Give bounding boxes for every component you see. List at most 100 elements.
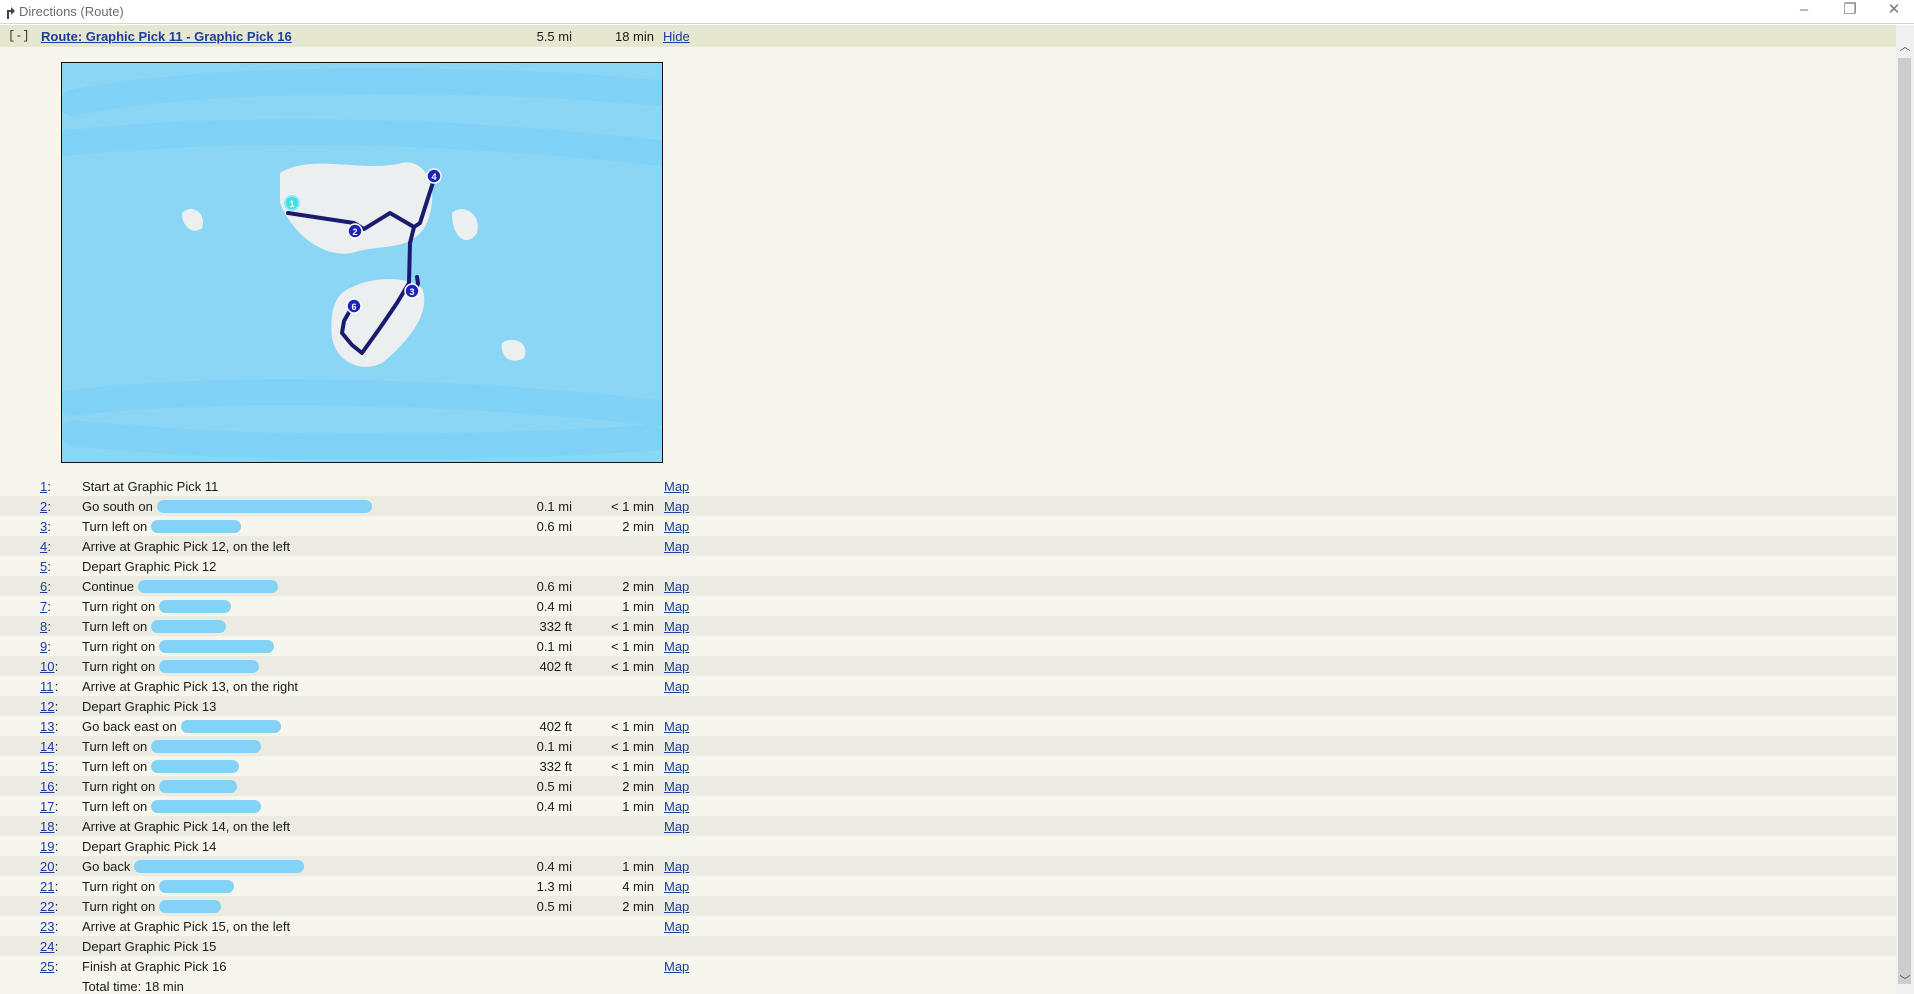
- step-distance: 1.3 mi: [536, 879, 572, 894]
- step-row: 9: Turn right on 0.1 mi < 1 min Map: [0, 636, 1896, 656]
- step-number-link[interactable]: 13: [40, 719, 54, 734]
- step-map-link[interactable]: Map: [664, 899, 689, 914]
- step-map-link[interactable]: Map: [664, 859, 689, 874]
- step-number-link[interactable]: 2: [40, 499, 47, 514]
- step-number-link[interactable]: 10: [40, 659, 54, 674]
- step-row: 17: Turn left on 0.4 mi 1 min Map: [0, 796, 1896, 816]
- step-map-link[interactable]: Map: [664, 499, 689, 514]
- step-map-link[interactable]: Map: [664, 879, 689, 894]
- step-number-colon: :: [54, 779, 59, 794]
- svg-text:6: 6: [351, 302, 356, 312]
- step-row: 8: Turn left on 332 ft < 1 min Map: [0, 616, 1896, 636]
- step-time: < 1 min: [611, 639, 654, 654]
- step-description: Turn right on: [82, 899, 156, 914]
- marker-3[interactable]: 3: [404, 283, 420, 299]
- step-map-link[interactable]: Map: [664, 519, 689, 534]
- step-description: Finish at Graphic Pick 16: [82, 959, 227, 974]
- step-number-link[interactable]: 25: [40, 959, 54, 974]
- step-description: Go back east on: [82, 719, 177, 734]
- marker-2[interactable]: 2: [347, 223, 363, 239]
- window-title: Directions (Route): [19, 4, 124, 19]
- step-map-link[interactable]: Map: [664, 639, 689, 654]
- step-number-link[interactable]: 4: [40, 539, 47, 554]
- step-map-link[interactable]: Map: [664, 619, 689, 634]
- directions-steps-list: 1: Start at Graphic Pick 11 Map 2: Go south …: [0, 476, 1896, 976]
- step-map-link[interactable]: Map: [664, 579, 689, 594]
- redacted-street-name: [151, 800, 262, 813]
- marker-6[interactable]: 6: [346, 298, 362, 314]
- scroll-up-arrow-icon[interactable]: ︿: [1896, 39, 1914, 56]
- step-map-link[interactable]: Map: [664, 479, 689, 494]
- step-number-colon: :: [47, 539, 52, 554]
- step-number-link[interactable]: 8: [40, 619, 47, 634]
- step-map-link[interactable]: Map: [664, 599, 689, 614]
- step-number-link[interactable]: 14: [40, 739, 54, 754]
- step-distance: 0.1 mi: [536, 639, 572, 654]
- step-description: Turn left on: [82, 519, 148, 534]
- step-number-link[interactable]: 12: [40, 699, 54, 714]
- step-number-link[interactable]: 7: [40, 599, 47, 614]
- close-button[interactable]: ✕: [1871, 0, 1914, 22]
- route-title-link[interactable]: Route: Graphic Pick 11 - Graphic Pick 16: [41, 29, 292, 44]
- redacted-street-name: [151, 620, 227, 633]
- step-map-link[interactable]: Map: [664, 819, 689, 834]
- step-time: < 1 min: [611, 759, 654, 774]
- step-number-link[interactable]: 21: [40, 879, 54, 894]
- step-number-link[interactable]: 6: [40, 579, 47, 594]
- step-distance: 0.6 mi: [536, 519, 572, 534]
- step-time: 2 min: [622, 899, 654, 914]
- step-map-link[interactable]: Map: [664, 799, 689, 814]
- step-number-link[interactable]: 19: [40, 839, 54, 854]
- step-row: 1: Start at Graphic Pick 11 Map: [0, 476, 1896, 496]
- step-map-link[interactable]: Map: [664, 659, 689, 674]
- step-number-link[interactable]: 15: [40, 759, 54, 774]
- marker-1[interactable]: 1: [284, 195, 300, 211]
- minimize-button[interactable]: –: [1781, 0, 1827, 22]
- scrollbar-thumb[interactable]: [1898, 58, 1911, 984]
- step-number-link[interactable]: 1: [40, 479, 47, 494]
- step-map-link[interactable]: Map: [664, 739, 689, 754]
- svg-text:3: 3: [409, 287, 414, 297]
- step-number-colon: :: [47, 619, 52, 634]
- route-map[interactable]: 1 2 3 4 6: [61, 62, 663, 463]
- step-number-link[interactable]: 17: [40, 799, 54, 814]
- step-number-link[interactable]: 23: [40, 919, 54, 934]
- vertical-scrollbar[interactable]: ︿ ﹀: [1896, 25, 1914, 994]
- step-map-link[interactable]: Map: [664, 919, 689, 934]
- step-time: < 1 min: [611, 719, 654, 734]
- step-number-link[interactable]: 9: [40, 639, 47, 654]
- step-row: 13: Go back east on 402 ft < 1 min Map: [0, 716, 1896, 736]
- step-row: 11: Arrive at Graphic Pick 13, on the rig…: [0, 676, 1896, 696]
- step-map-link[interactable]: Map: [664, 759, 689, 774]
- hide-link[interactable]: Hide: [663, 29, 690, 44]
- step-number-colon: :: [54, 819, 59, 834]
- step-number-link[interactable]: 11: [40, 679, 54, 694]
- route-header: [-] Route: Graphic Pick 11 - Graphic Pic…: [0, 25, 1896, 47]
- step-time: < 1 min: [611, 739, 654, 754]
- step-map-link[interactable]: Map: [664, 679, 689, 694]
- step-map-link[interactable]: Map: [664, 539, 689, 554]
- step-number-link[interactable]: 5: [40, 559, 47, 574]
- step-number-link[interactable]: 18: [40, 819, 54, 834]
- restore-button[interactable]: ❐: [1827, 0, 1873, 22]
- scroll-down-arrow-icon[interactable]: ﹀: [1896, 973, 1914, 990]
- step-time: 1 min: [622, 859, 654, 874]
- step-map-link[interactable]: Map: [664, 959, 689, 974]
- marker-4[interactable]: 4: [426, 168, 442, 184]
- step-distance: 0.1 mi: [536, 739, 572, 754]
- step-row: 15: Turn left on 332 ft < 1 min Map: [0, 756, 1896, 776]
- step-number-link[interactable]: 24: [40, 939, 54, 954]
- step-number-colon: :: [54, 959, 59, 974]
- step-number-colon: :: [54, 659, 59, 674]
- collapse-toggle[interactable]: [-]: [8, 29, 30, 43]
- step-number-link[interactable]: 16: [40, 779, 54, 794]
- step-number-link[interactable]: 20: [40, 859, 54, 874]
- step-distance: 332 ft: [539, 759, 572, 774]
- step-number-colon: :: [47, 579, 52, 594]
- step-time: 2 min: [622, 779, 654, 794]
- step-number-link[interactable]: 3: [40, 519, 47, 534]
- route-distance: 5.5 mi: [536, 29, 572, 44]
- step-map-link[interactable]: Map: [664, 719, 689, 734]
- step-number-link[interactable]: 22: [40, 899, 54, 914]
- step-map-link[interactable]: Map: [664, 779, 689, 794]
